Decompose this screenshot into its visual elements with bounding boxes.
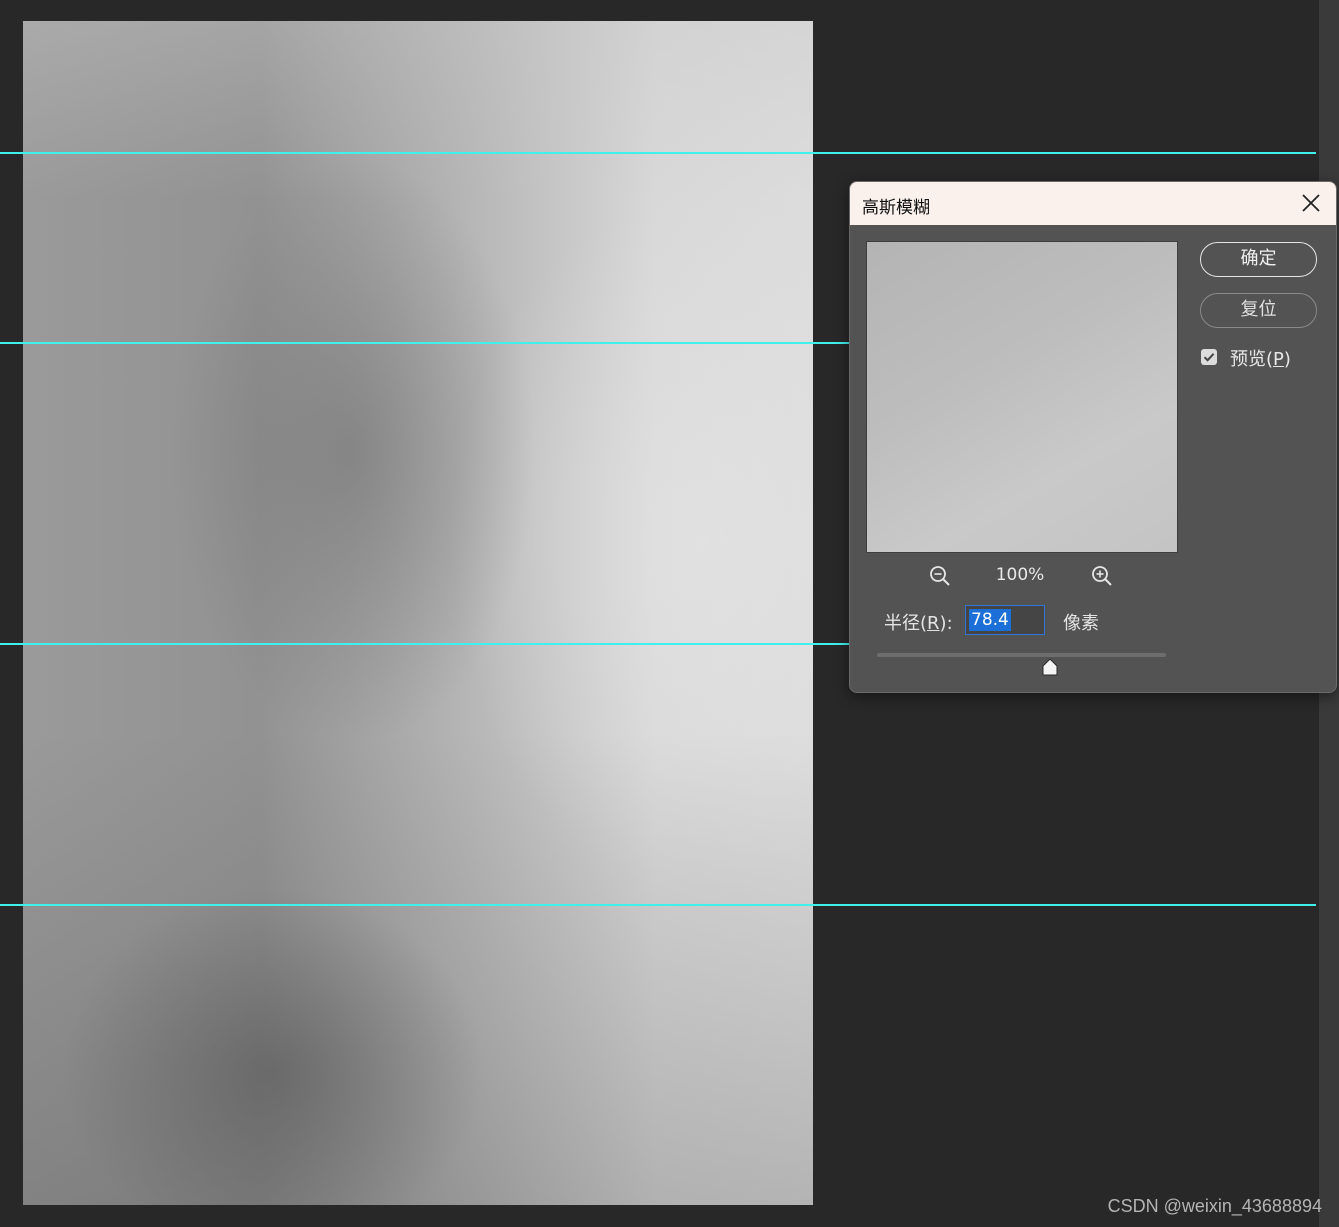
horizontal-guide[interactable]: [0, 152, 1316, 154]
ok-button[interactable]: 确定: [1200, 242, 1317, 277]
zoom-level-text: 100%: [995, 565, 1045, 585]
radius-slider-thumb[interactable]: [1041, 658, 1059, 676]
preview-label-text: 预览: [1230, 349, 1266, 370]
horizontal-guide[interactable]: [0, 643, 849, 645]
close-icon[interactable]: [1300, 192, 1322, 214]
radius-unit-label: 像素: [1063, 613, 1099, 634]
filter-preview-window[interactable]: [866, 241, 1178, 553]
gaussian-blur-dialog: 高斯模糊 100% 半径(R): 78.4 像素 确定 复位: [849, 181, 1337, 693]
canvas-document-blurred-image[interactable]: [23, 21, 813, 1205]
horizontal-guide[interactable]: [0, 904, 1316, 906]
preview-mnemonic: P: [1273, 349, 1284, 370]
radius-label-text: 半径: [884, 613, 920, 634]
watermark: CSDN @weixin_43688894: [1107, 1196, 1322, 1216]
preview-checkbox[interactable]: [1201, 349, 1217, 365]
radius-mnemonic: R: [927, 613, 940, 634]
horizontal-guide[interactable]: [0, 342, 849, 344]
radius-label: 半径(R):: [884, 613, 953, 634]
dialog-titlebar[interactable]: 高斯模糊: [850, 182, 1336, 225]
workspace: 高斯模糊 100% 半径(R): 78.4 像素 确定 复位: [0, 0, 1339, 1227]
checkmark-icon: [1203, 353, 1215, 362]
radius-input[interactable]: [965, 605, 1045, 635]
dialog-title: 高斯模糊: [862, 198, 930, 218]
zoom-out-icon[interactable]: [929, 565, 951, 587]
zoom-in-icon[interactable]: [1091, 565, 1113, 587]
radius-slider-track[interactable]: [877, 653, 1166, 657]
reset-button[interactable]: 复位: [1200, 293, 1317, 328]
preview-checkbox-label[interactable]: 预览(P): [1230, 345, 1291, 371]
